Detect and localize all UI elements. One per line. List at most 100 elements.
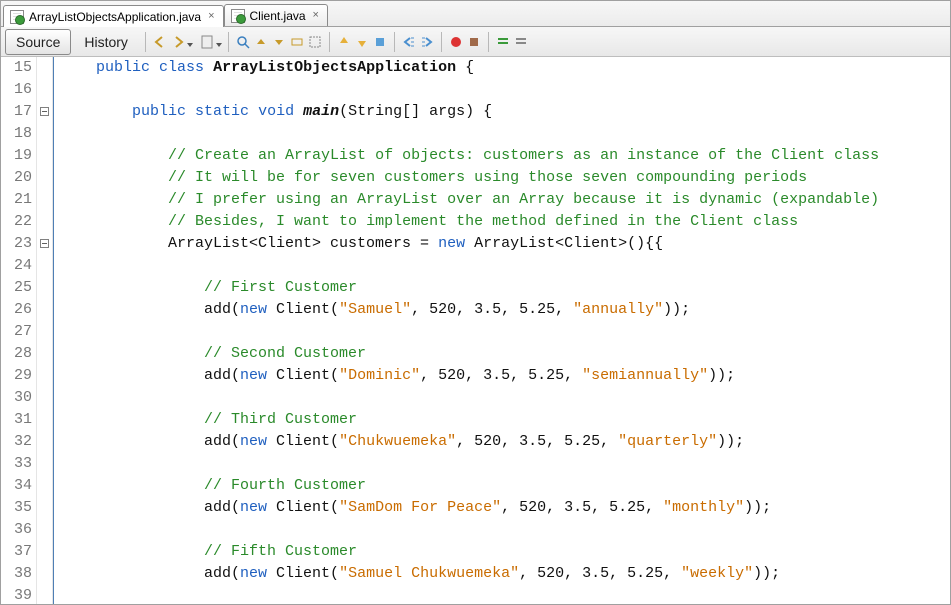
shift-right-button[interactable] xyxy=(419,34,435,50)
code-line[interactable]: // Besides, I want to implement the meth… xyxy=(60,211,950,233)
stop-icon xyxy=(467,35,481,49)
code-line[interactable] xyxy=(60,453,950,475)
highlight-icon xyxy=(308,35,322,49)
comment-button[interactable] xyxy=(495,34,511,50)
bookmark-down-icon xyxy=(355,35,369,49)
code-line[interactable]: public static void main(String[] args) { xyxy=(60,101,950,123)
code-area[interactable]: public class ArrayListObjectsApplication… xyxy=(53,57,950,604)
file-tab-label: ArrayListObjectsApplication.java xyxy=(29,10,201,24)
line-number: 26 xyxy=(1,299,32,321)
line-number: 39 xyxy=(1,585,32,604)
uncomment-icon xyxy=(514,35,528,49)
arrow-right-icon xyxy=(171,35,185,49)
code-editor[interactable]: 1516171819202122232425262728293031323334… xyxy=(1,57,950,604)
line-number: 35 xyxy=(1,497,32,519)
line-number: 18 xyxy=(1,123,32,145)
code-line[interactable]: // Create an ArrayList of objects: custo… xyxy=(60,145,950,167)
arrow-up-small-icon xyxy=(254,35,268,49)
toolbar-divider xyxy=(228,32,229,52)
find-selection-button[interactable] xyxy=(289,34,305,50)
uncomment-button[interactable] xyxy=(513,34,529,50)
macro-stop-button[interactable] xyxy=(466,34,482,50)
arrow-down-small-icon xyxy=(272,35,286,49)
line-number: 34 xyxy=(1,475,32,497)
indent-left-icon xyxy=(402,35,416,49)
code-line[interactable]: // Third Customer xyxy=(60,409,950,431)
line-number: 36 xyxy=(1,519,32,541)
code-line[interactable]: // Second Customer xyxy=(60,343,950,365)
code-line[interactable] xyxy=(60,585,950,604)
line-number: 17 xyxy=(1,101,32,123)
find-next-button[interactable] xyxy=(271,34,287,50)
code-line[interactable]: add(new Client("Chukwuemeka", 520, 3.5, … xyxy=(60,431,950,453)
fold-toggle[interactable] xyxy=(40,107,49,116)
line-number: 33 xyxy=(1,453,32,475)
line-number: 32 xyxy=(1,431,32,453)
find-button[interactable] xyxy=(235,34,251,50)
code-line[interactable]: add(new Client("Samuel Chukwuemeka", 520… xyxy=(60,563,950,585)
arrow-left-icon xyxy=(153,35,167,49)
line-number: 15 xyxy=(1,57,32,79)
line-number: 23 xyxy=(1,233,32,255)
nav-back-button[interactable] xyxy=(152,34,168,50)
line-number: 29 xyxy=(1,365,32,387)
toolbar-divider xyxy=(394,32,395,52)
line-number: 25 xyxy=(1,277,32,299)
source-tab[interactable]: Source xyxy=(5,29,71,55)
code-line[interactable] xyxy=(60,79,950,101)
find-prev-button[interactable] xyxy=(253,34,269,50)
code-line[interactable]: add(new Client("SamDom For Peace", 520, … xyxy=(60,497,950,519)
document-icon xyxy=(200,35,214,49)
macro-record-button[interactable] xyxy=(448,34,464,50)
toggle-bookmark-button[interactable] xyxy=(372,34,388,50)
toolbar-divider xyxy=(441,32,442,52)
toolbar-divider xyxy=(488,32,489,52)
shift-left-button[interactable] xyxy=(401,34,417,50)
line-number-gutter: 1516171819202122232425262728293031323334… xyxy=(1,57,37,604)
code-line[interactable] xyxy=(60,321,950,343)
code-line[interactable]: // I prefer using an ArrayList over an A… xyxy=(60,189,950,211)
chevron-down-icon[interactable] xyxy=(187,43,193,47)
code-line[interactable] xyxy=(60,255,950,277)
next-bookmark-button[interactable] xyxy=(354,34,370,50)
close-icon[interactable]: × xyxy=(206,11,216,22)
line-number: 19 xyxy=(1,145,32,167)
prev-bookmark-button[interactable] xyxy=(336,34,352,50)
code-line[interactable]: // It will be for seven customers using … xyxy=(60,167,950,189)
file-tab-label: Client.java xyxy=(250,9,306,23)
indent-right-icon xyxy=(420,35,434,49)
toolbar-divider xyxy=(145,32,146,52)
code-line[interactable]: ArrayList<Client> customers = new ArrayL… xyxy=(60,233,950,255)
search-icon xyxy=(236,35,250,49)
line-number: 31 xyxy=(1,409,32,431)
code-line[interactable]: // First Customer xyxy=(60,277,950,299)
code-line[interactable]: public class ArrayListObjectsApplication… xyxy=(60,57,950,79)
code-line[interactable]: // Fifth Customer xyxy=(60,541,950,563)
doc-button[interactable] xyxy=(199,34,215,50)
chevron-down-icon[interactable] xyxy=(216,43,222,47)
java-file-icon xyxy=(231,9,245,23)
bookmark-up-icon xyxy=(337,35,351,49)
file-tab-bar: ArrayListObjectsApplication.java × Clien… xyxy=(1,1,950,27)
line-number: 38 xyxy=(1,563,32,585)
line-number: 16 xyxy=(1,79,32,101)
line-number: 37 xyxy=(1,541,32,563)
file-tab-arraylistobjectsapplication[interactable]: ArrayListObjectsApplication.java × xyxy=(3,5,224,27)
code-line[interactable]: // Fourth Customer xyxy=(60,475,950,497)
code-line[interactable] xyxy=(60,387,950,409)
highlight-button[interactable] xyxy=(307,34,323,50)
nav-forward-button[interactable] xyxy=(170,34,186,50)
fold-toggle[interactable] xyxy=(40,239,49,248)
history-tab[interactable]: History xyxy=(73,29,139,55)
line-number: 24 xyxy=(1,255,32,277)
code-line[interactable]: add(new Client("Dominic", 520, 3.5, 5.25… xyxy=(60,365,950,387)
code-line[interactable]: add(new Client("Samuel", 520, 3.5, 5.25,… xyxy=(60,299,950,321)
file-tab-client[interactable]: Client.java × xyxy=(224,4,328,26)
selection-icon xyxy=(290,35,304,49)
code-line[interactable] xyxy=(60,519,950,541)
code-line[interactable] xyxy=(60,123,950,145)
close-icon[interactable]: × xyxy=(311,10,321,21)
line-number: 21 xyxy=(1,189,32,211)
record-icon xyxy=(449,35,463,49)
line-number: 22 xyxy=(1,211,32,233)
